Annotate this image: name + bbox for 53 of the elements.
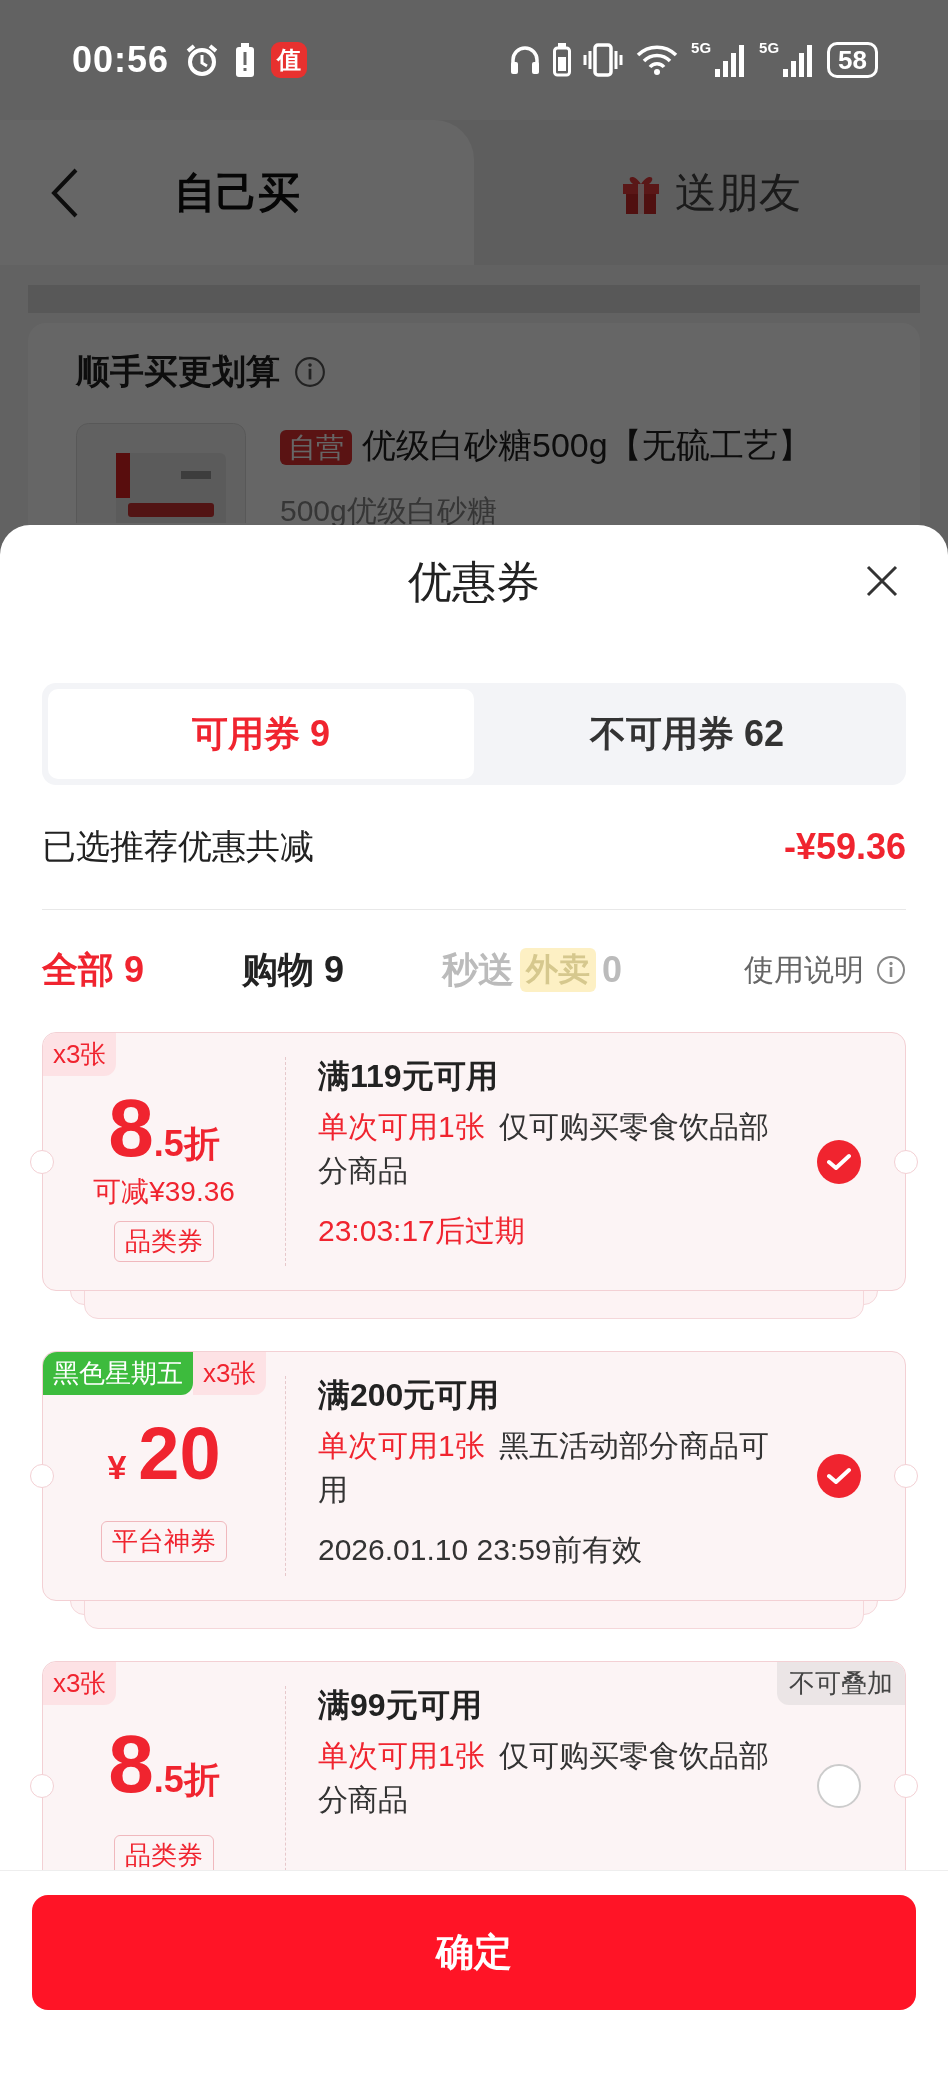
product-name: 自营 优级白砂糖500g【无硫工艺】 [280, 426, 812, 464]
header-tab-label: 送朋友 [675, 167, 801, 218]
sheet-title: 优惠券 [408, 556, 540, 608]
wifi-icon [635, 43, 680, 77]
promo-badge: 黑色星期五 [43, 1352, 193, 1395]
quantity-badge: x3张 [43, 1033, 117, 1076]
cash-value: ¥ 20 [107, 1416, 221, 1491]
alarm-icon [185, 43, 220, 77]
network-label: 5G [691, 39, 712, 56]
coupon-title: 满119元可用 [318, 1057, 499, 1096]
coupon-checkbox[interactable] [817, 1454, 861, 1498]
vibrate-icon [583, 43, 624, 77]
discount-value: 8.5折 [108, 1087, 220, 1169]
savings-amount: -¥59.36 [783, 826, 906, 868]
info-icon [294, 356, 326, 388]
network-label: 5G [759, 39, 780, 56]
filter-tab[interactable]: 全部 9 [42, 945, 242, 995]
battery-alert-icon [235, 43, 256, 77]
back-icon[interactable] [50, 166, 80, 219]
section-title: 顺手买更划算 [76, 351, 280, 392]
coupon-tab[interactable]: 可用券 9 [48, 689, 474, 779]
coupon-title: 满200元可用 [318, 1376, 501, 1415]
stacking-note: 不可叠加 [777, 1662, 905, 1705]
coupon-terms: 单次可用1张 仅可购买零食饮品部分商品 [318, 1738, 770, 1818]
quantity-badge: x3张 [193, 1352, 267, 1395]
coupon-title: 满99元可用 [318, 1686, 483, 1725]
check-icon [827, 1467, 851, 1485]
coupon-checkbox[interactable] [817, 1764, 861, 1808]
header-tab[interactable]: 自己买 [0, 120, 474, 265]
quantity-badge: x3张 [43, 1662, 117, 1705]
saving-amount: 可减¥39.36 [93, 1175, 235, 1209]
usage-help-link[interactable]: 使用说明 [744, 949, 906, 991]
header-tab[interactable]: 送朋友 [474, 120, 948, 265]
filter-tab[interactable]: 购物 9 [242, 945, 442, 995]
coupon-checkbox[interactable] [817, 1139, 861, 1184]
status-time: 00:56 [72, 39, 170, 81]
coupon-validity: 2026.01.10 23:59前有效 [318, 1532, 643, 1568]
discount-value: 8.5折 [108, 1722, 220, 1805]
battery-icon [553, 43, 572, 77]
battery-level: 58 [827, 42, 878, 78]
coupon-tab[interactable]: 不可用券 62 [474, 689, 900, 779]
coupon-type-tag: 品类券 [114, 1221, 214, 1262]
header-tab-label: 自己买 [174, 167, 300, 218]
savings-label: 已选推荐优惠共减 [42, 826, 314, 867]
coupon-terms: 单次可用1张 仅可购买零食饮品部分商品 [318, 1109, 770, 1189]
headphones-icon [509, 44, 542, 76]
coupon-terms: 单次可用1张 黑五活动部分商品可用 [318, 1428, 770, 1508]
info-icon [876, 955, 906, 985]
confirm-button[interactable]: 确定 [32, 1895, 916, 2010]
check-icon [827, 1152, 851, 1171]
coupon-type-tag: 平台神券 [101, 1520, 227, 1562]
coupon-validity: 23:03:17后过期 [318, 1213, 526, 1249]
app-icon: 值 [271, 42, 308, 78]
